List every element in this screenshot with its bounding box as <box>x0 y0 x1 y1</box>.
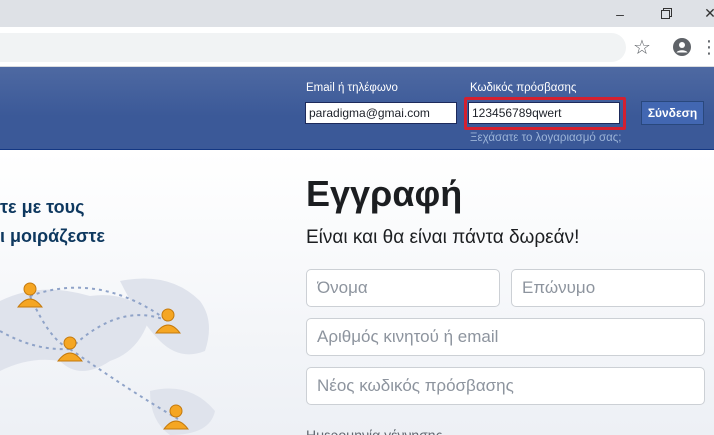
email-label: Email ή τηλέφωνο <box>306 82 398 94</box>
signup-subtitle: Είναι και θα είναι πάντα δωρεάν! <box>306 227 580 248</box>
close-icon[interactable]: ✕ <box>690 0 714 27</box>
browser-toolbar: ☆ ⋮ <box>0 27 714 67</box>
restore-icon[interactable] <box>646 0 686 27</box>
first-name-input[interactable] <box>306 269 500 307</box>
intro-line-2: ι μοιράζεστε <box>0 226 105 246</box>
password-highlight-box <box>464 97 626 130</box>
signup-title: Εγγραφή <box>306 173 463 214</box>
address-bar[interactable] <box>0 33 626 62</box>
forgot-account-link[interactable]: Ξεχάσατε το λογαριασμό σας; <box>470 132 621 144</box>
world-connections-map <box>0 278 215 435</box>
last-name-input[interactable] <box>511 269 705 307</box>
bookmark-star-icon[interactable]: ☆ <box>630 35 654 59</box>
intro-line-1: τε με τους <box>0 197 85 217</box>
profile-icon[interactable] <box>670 35 694 59</box>
password-label: Κωδικός πρόσβασης <box>470 82 577 94</box>
new-password-input[interactable] <box>306 367 705 405</box>
login-button[interactable]: Σύνδεση <box>641 101 704 125</box>
main-content: τε με τους ι μοιράζεστε Εγγραφή Είναι κα… <box>0 151 714 435</box>
email-input[interactable] <box>305 102 457 124</box>
browser-menu-icon[interactable]: ⋮ <box>700 35 714 59</box>
birthday-label: Ημερομηνία γέννησης <box>306 427 443 435</box>
browser-titlebar: – ✕ <box>0 0 714 27</box>
minimize-icon[interactable]: – <box>600 0 640 27</box>
mobile-or-email-input[interactable] <box>306 318 705 356</box>
